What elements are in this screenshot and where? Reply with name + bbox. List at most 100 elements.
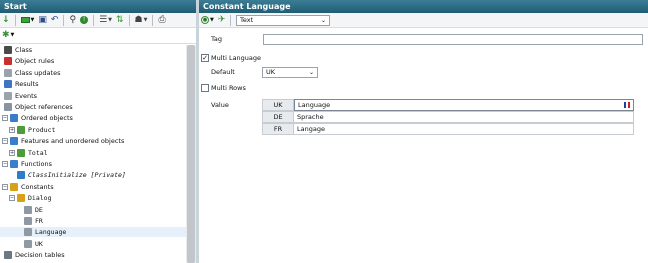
tree-item-label: FR — [35, 217, 43, 225]
events-icon — [4, 91, 12, 100]
ordered-objects-icon — [10, 114, 18, 123]
tree-item-label: DE — [35, 205, 43, 214]
value-text-input[interactable]: Langage — [294, 123, 634, 135]
tree-item[interactable]: Events — [0, 91, 186, 101]
expand-icon[interactable]: + — [9, 126, 15, 133]
check-icon: ✓ — [202, 54, 208, 62]
collapse-icon[interactable]: − — [2, 183, 8, 190]
tree-item[interactable]: Class — [0, 45, 186, 55]
user-settings-icon[interactable]: ☗ ▼ — [133, 14, 150, 27]
tree-item-label: Class — [15, 46, 33, 54]
tree-item-label: Total — [28, 148, 48, 157]
tree-item-label: Constants — [21, 182, 54, 191]
chevron-down-icon: ⌄ — [320, 17, 326, 24]
tree-item[interactable]: + Product — [0, 125, 186, 135]
collapse-icon[interactable]: − — [9, 195, 15, 202]
dialog-icon — [17, 194, 25, 203]
tree-item-label: Events — [15, 91, 38, 100]
tree-item[interactable]: − Dialog — [0, 193, 186, 203]
multi-language-checkbox[interactable]: ✓ — [201, 54, 209, 62]
language-code: UK — [262, 99, 294, 111]
tree-item-label: Decision tables — [15, 251, 65, 260]
tree-item[interactable]: DE — [0, 205, 186, 215]
left-toolbar-secondary: ✱ ▼ — [0, 28, 196, 44]
value-grid: UK Language DE Sprache FR Langage — [262, 99, 634, 135]
tree-item-label: UK — [35, 239, 43, 248]
tree-item[interactable]: + Total — [0, 148, 186, 158]
constants-icon — [10, 182, 18, 191]
tree-item[interactable]: FR — [0, 216, 186, 226]
tree-scrollbar[interactable] — [186, 45, 196, 263]
default-select[interactable]: UK ⌄ — [262, 67, 318, 78]
object-references-icon — [4, 103, 12, 111]
language-code: DE — [262, 111, 294, 123]
collapse-icon[interactable]: − — [2, 138, 8, 145]
default-label: Default — [211, 68, 235, 76]
collapse-icon[interactable]: − — [2, 115, 8, 122]
tree-item-label: Object rules — [15, 57, 55, 66]
value-row-uk: UK Language — [262, 99, 634, 111]
functions-icon — [10, 160, 18, 168]
tree-item-label: Features and unordered objects — [21, 137, 125, 146]
class-tree: Class Object rules Class updates Results Eve… — [0, 45, 186, 263]
save-icon[interactable]: ▣ — [36, 14, 49, 27]
language-code: FR — [262, 123, 294, 135]
scrollbar-thumb[interactable] — [187, 45, 195, 263]
value-text-input[interactable]: Sprache — [294, 111, 634, 123]
tree-item-label: Ordered objects — [21, 114, 73, 123]
tree-item[interactable]: Class updates — [0, 68, 186, 78]
left-toolbar: ↓ ▼ ▣ ↶ ⚲ ! ☰ ▼ ⇅ ☗ ▼ ⎙ — [0, 13, 196, 28]
expand-icon[interactable]: + — [9, 149, 15, 156]
validate-icon[interactable]: ! — [78, 14, 90, 27]
flag-icon[interactable] — [624, 102, 630, 108]
class-icon — [4, 46, 12, 54]
multi-rows-label: Multi Rows — [211, 84, 246, 92]
tree-item[interactable]: Results — [0, 79, 186, 89]
results-icon — [4, 80, 12, 89]
constant-icon — [24, 228, 32, 237]
type-select[interactable]: Text ⌄ — [236, 15, 330, 26]
pin-icon[interactable]: ✈ — [216, 14, 228, 27]
search-icon[interactable]: ⚲ — [67, 14, 78, 27]
tree-item[interactable]: − Functions — [0, 159, 186, 169]
tree-item-label: Dialog — [28, 194, 52, 203]
tree-item-label: ClassInitialize [Private] — [28, 171, 126, 180]
tree-item[interactable]: − Constants — [0, 182, 186, 192]
tree-item[interactable]: ClassInitialize [Private] — [0, 170, 186, 180]
multi-language-label: Multi Language — [211, 54, 262, 62]
undo-icon[interactable]: ↶ — [49, 14, 61, 27]
decision-tables-icon — [4, 251, 12, 260]
default-select-value: UK — [266, 68, 276, 76]
green-box-icon — [20, 17, 30, 23]
class-updates-icon — [4, 68, 12, 77]
pane-splitter[interactable] — [196, 0, 199, 263]
tree-item[interactable]: Language — [0, 227, 186, 238]
tree-item-label: Class updates — [15, 68, 61, 77]
list-view-icon[interactable]: ☰ ▼ — [97, 14, 114, 27]
tree-item[interactable]: − Ordered objects — [0, 113, 186, 123]
tree-item[interactable]: Object rules — [0, 56, 186, 66]
tree-item[interactable]: Decision tables — [0, 250, 186, 260]
multi-rows-checkbox[interactable] — [201, 84, 209, 92]
constant-icon — [24, 217, 32, 225]
type-select-value: Text — [240, 16, 254, 24]
tree-item[interactable]: UK — [0, 239, 186, 249]
tree-item[interactable]: Object references — [0, 102, 186, 112]
circle-icon: ● — [201, 16, 209, 24]
total-icon — [17, 148, 25, 157]
object-rules-icon — [4, 57, 12, 66]
add-element-button[interactable]: ▼ — [19, 14, 37, 27]
sort-icon[interactable]: ⇅ — [114, 14, 126, 27]
down-arrow-icon[interactable]: ↓ — [0, 14, 12, 27]
element-type-button[interactable]: ✱ ▼ — [0, 29, 16, 42]
function-icon — [17, 171, 25, 180]
value-row-de: DE Sprache — [262, 111, 634, 123]
type-menu-button[interactable]: ● ▼ — [199, 14, 216, 27]
features-icon — [10, 137, 18, 146]
tree-item[interactable]: − Features and unordered objects — [0, 136, 186, 146]
print-icon[interactable]: ⎙ — [156, 14, 167, 27]
gear-icon: ✱ — [2, 30, 10, 40]
tag-input[interactable] — [263, 34, 643, 45]
collapse-icon[interactable]: − — [2, 161, 8, 167]
value-text-input[interactable]: Language — [294, 99, 634, 111]
